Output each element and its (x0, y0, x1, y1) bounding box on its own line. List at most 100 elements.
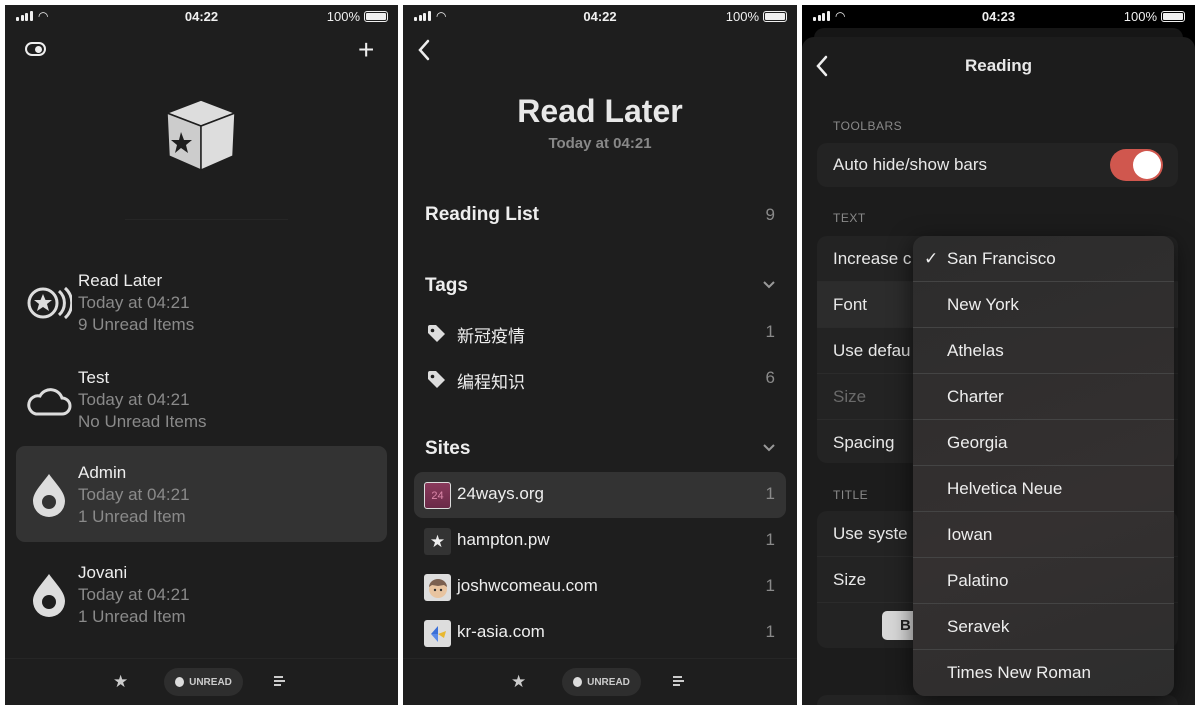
account-updated: Today at 04:21 (78, 293, 190, 312)
account-updated: Today at 04:21 (78, 485, 190, 504)
unread-filter-button[interactable]: UNREAD (562, 668, 641, 696)
favicon-face-icon (424, 574, 451, 601)
font-option-label: New York (947, 295, 1019, 314)
font-option-label: Palatino (947, 571, 1009, 590)
reading-list-label: Reading List (425, 204, 540, 225)
account-unread: 1 Unread Item (78, 607, 186, 626)
tag-icon (428, 371, 445, 388)
site-label: joshwcomeau.com (457, 576, 598, 595)
tag-icon (428, 325, 445, 342)
list-filter-icon[interactable] (274, 676, 285, 686)
sites-section-header[interactable]: Sites (403, 434, 797, 470)
site-label: hampton.pw (457, 530, 550, 549)
font-option-label: Helvetica Neue (947, 479, 1063, 498)
auto-hide-toggle[interactable] (1110, 149, 1163, 181)
battery: 100% (327, 9, 388, 24)
drop-icon (33, 574, 65, 617)
list-filter-icon[interactable] (673, 676, 684, 686)
status-bar: ◠ 04:22 100% (403, 5, 797, 29)
tag-label: 编程知识 (457, 373, 525, 392)
unread-filter-label: UNREAD (189, 676, 232, 688)
divider (125, 219, 288, 220)
font-option[interactable]: ✓ San Francisco (913, 236, 1174, 282)
font-option[interactable]: Athelas (913, 328, 1174, 374)
site-row[interactable]: ★ hampton.pw 1 (414, 518, 786, 564)
site-count: 1 (765, 530, 775, 549)
account-name: Jovani (78, 563, 128, 582)
font-option[interactable]: Iowan (913, 512, 1174, 558)
cloud-icon (27, 388, 72, 416)
title-caption: TITLE (833, 488, 869, 502)
reading-settings-screen: ◠ 04:23 100% Reading TOOLBARS Auto hide/… (802, 5, 1195, 705)
font-dropdown-menu: ✓ San Francisco New York Athelas Charter Geor… (913, 236, 1174, 696)
status-bar: ◠ 04:22 100% (5, 5, 398, 29)
font-option-label: Times New Roman (947, 663, 1091, 682)
font-option[interactable]: Palatino (913, 558, 1174, 604)
site-count: 1 (765, 576, 775, 595)
battery-percent: 100% (1123, 9, 1157, 24)
chevron-down-icon (763, 281, 775, 289)
site-count: 1 (765, 484, 775, 503)
account-updated: Today at 04:21 (78, 585, 190, 604)
accounts-screen: ◠ 04:22 100% + Read Later Today at 04:21… (5, 5, 398, 705)
font-option[interactable]: Helvetica Neue (913, 466, 1174, 512)
favicon-star-icon: ★ (424, 528, 451, 555)
account-admin[interactable]: Admin Today at 04:21 1 Unread Item (16, 446, 387, 542)
toolbars-group: Auto hide/show bars (817, 143, 1178, 187)
bottom-toolbar: ★ UNREAD (403, 658, 797, 705)
tag-row[interactable]: 编程知识 6 (414, 356, 786, 402)
account-name: Admin (78, 463, 127, 482)
site-row[interactable]: kr-asia.com 1 (414, 610, 786, 656)
auto-hide-label: Auto hide/show bars (833, 155, 988, 174)
font-option[interactable]: New York (913, 282, 1174, 328)
starred-filter-icon[interactable]: ★ (511, 672, 526, 692)
font-option[interactable]: Seravek (913, 604, 1174, 650)
account-name: Test (78, 368, 110, 387)
battery-icon (364, 11, 388, 22)
site-row[interactable]: 24 24ways.org 1 (414, 472, 786, 518)
tag-count: 1 (765, 322, 775, 341)
site-row[interactable]: joshwcomeau.com 1 (414, 564, 786, 610)
tags-section-header[interactable]: Tags (403, 271, 797, 307)
account-name: Read Later (78, 271, 163, 290)
battery-percent: 100% (725, 9, 759, 24)
account-unread: 9 Unread Items (78, 315, 195, 334)
dot-icon (573, 677, 583, 687)
site-count: 1 (765, 622, 775, 641)
star-circle-icon (27, 286, 72, 320)
favicon-kr-asia-icon (424, 620, 451, 647)
next-group (817, 695, 1178, 705)
font-option-label: Charter (947, 387, 1004, 406)
account-read-later[interactable]: Read Later Today at 04:21 9 Unread Items (16, 260, 387, 350)
font-option-label: Seravek (947, 617, 1010, 636)
account-jovani[interactable]: Jovani Today at 04:21 1 Unread Item (16, 552, 387, 642)
account-unread: 1 Unread Item (78, 507, 186, 526)
reading-list-row[interactable]: Reading List 9 (403, 200, 797, 236)
font-option[interactable]: Times New Roman (913, 650, 1174, 696)
drop-icon (33, 474, 65, 517)
chevron-down-icon (763, 444, 775, 452)
font-option[interactable]: Charter (913, 374, 1174, 420)
tag-row[interactable]: 新冠疫情 1 (414, 310, 786, 356)
reading-list-count: 9 (765, 205, 775, 224)
font-option-label: Athelas (947, 341, 1004, 360)
battery: 100% (726, 9, 787, 24)
cube-star-icon (165, 99, 237, 172)
account-test[interactable]: Test Today at 04:21 No Unread Items (16, 357, 387, 447)
plus-icon[interactable]: + (358, 34, 374, 66)
battery-icon (763, 11, 787, 22)
unread-filter-button[interactable]: UNREAD (164, 668, 243, 696)
tag-label: 新冠疫情 (457, 327, 525, 346)
font-option-label: Iowan (947, 525, 993, 544)
starred-filter-icon[interactable]: ★ (113, 672, 128, 692)
font-option[interactable]: Georgia (913, 420, 1174, 466)
page-title: Read Later (517, 93, 683, 129)
site-label: kr-asia.com (457, 622, 545, 641)
font-option-label: San Francisco (947, 249, 1056, 268)
bottom-toolbar: ★ UNREAD (5, 658, 398, 705)
toggle-icon[interactable] (25, 42, 46, 56)
back-chevron-icon[interactable] (417, 39, 431, 61)
dot-icon (175, 677, 185, 687)
sites-label: Sites (425, 438, 471, 459)
favicon-24ways: 24 (424, 482, 451, 509)
